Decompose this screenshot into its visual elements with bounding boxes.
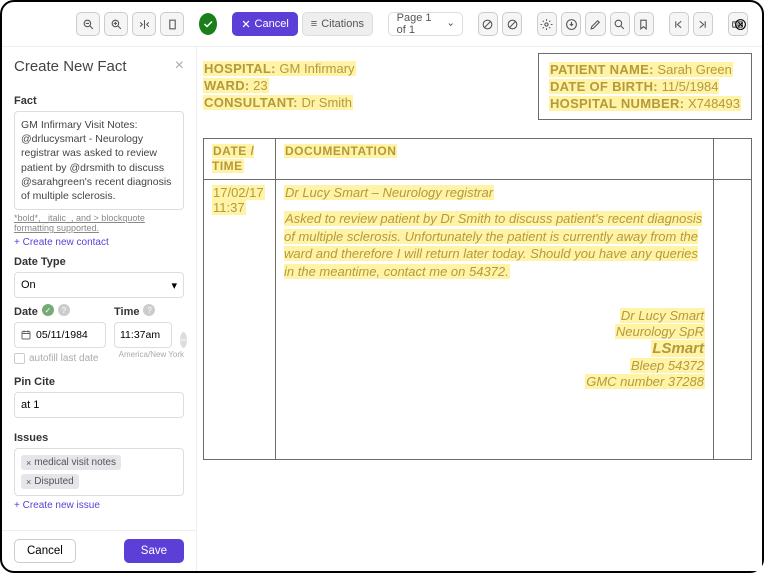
time-input[interactable]: 11:37am: [114, 322, 172, 348]
fact-helper: *bold*, _italic_, and > blockquote forma…: [14, 213, 184, 233]
last-page-icon[interactable]: [693, 12, 713, 36]
time-help-badge[interactable]: ?: [143, 304, 155, 316]
block-icon-2[interactable]: [502, 12, 522, 36]
time-value: 11:37am: [120, 329, 160, 341]
autofill-label: autofill last date: [29, 353, 99, 364]
date-label: Date: [14, 306, 38, 318]
date-type-value: On: [21, 279, 36, 291]
edit-icon[interactable]: [585, 12, 605, 36]
sidebar-title: Create New Fact: [14, 58, 127, 75]
zoom-out-icon[interactable]: [76, 12, 100, 36]
tag-remove-icon[interactable]: ×: [26, 477, 31, 487]
pin-cite-label: Pin Cite: [14, 376, 184, 388]
fit-width-icon[interactable]: [132, 12, 156, 36]
pin-cite-input[interactable]: [14, 392, 184, 418]
sig-line2: Neurology SpR: [615, 324, 705, 339]
fact-label: Fact: [14, 95, 184, 107]
date-type-select[interactable]: On ▾: [14, 272, 184, 298]
close-icon[interactable]: [730, 14, 750, 34]
create-contact-link[interactable]: + Create new contact: [14, 237, 184, 248]
sig-line1: Dr Lucy Smart: [620, 308, 705, 323]
cancel-label: Cancel: [255, 18, 289, 30]
zoom-in-icon[interactable]: [104, 12, 128, 36]
fit-page-icon[interactable]: [160, 12, 184, 36]
patient-box: PATIENT NAME: Sarah Green DATE OF BIRTH:…: [538, 53, 752, 120]
chevron-down-icon: ▾: [171, 279, 177, 292]
sig-name: LSmart: [651, 340, 705, 357]
save-button[interactable]: Save: [124, 539, 184, 563]
dob-value: 11/5/1984: [662, 79, 719, 94]
citations-label: Citations: [321, 18, 364, 30]
page-selector[interactable]: Page 1 of 1: [388, 12, 463, 36]
bookmark-icon[interactable]: [634, 12, 654, 36]
documentation-table: DATE / TIME DOCUMENTATION 17/02/17 11:37…: [203, 138, 752, 460]
citations-button[interactable]: ≡Citations: [302, 12, 373, 36]
hosp-num-value: X748493: [688, 96, 740, 111]
hosp-num-key: HOSPITAL NUMBER:: [550, 96, 684, 111]
block-icon[interactable]: [478, 12, 498, 36]
ward-key: WARD:: [204, 78, 250, 93]
download-icon[interactable]: [561, 12, 581, 36]
sidebar-close-icon[interactable]: ×: [175, 57, 184, 75]
cancel-button[interactable]: Cancel: [14, 539, 76, 563]
issue-tag[interactable]: ×Disputed: [21, 474, 79, 489]
create-issue-link[interactable]: + Create new issue: [14, 500, 184, 511]
tag-remove-icon[interactable]: ×: [26, 458, 31, 468]
entry-heading: Dr Lucy Smart – Neurology registrar: [284, 185, 494, 200]
entry-body: Asked to review patient by Dr Smith to d…: [284, 211, 702, 279]
issue-tag[interactable]: ×medical visit notes: [21, 455, 121, 470]
col-documentation: DOCUMENTATION: [284, 144, 397, 158]
autofill-checkbox[interactable]: [14, 353, 25, 364]
confirm-icon[interactable]: [199, 13, 217, 35]
date-value: 05/11/1984: [36, 329, 88, 341]
gear-icon[interactable]: [537, 12, 557, 36]
time-label: Time: [114, 306, 139, 318]
tag-label: Disputed: [34, 476, 73, 487]
sidebar: Create New Fact × Fact GM Infirmary Visi…: [2, 47, 197, 571]
first-page-icon[interactable]: [669, 12, 689, 36]
sig-line4: Bleep 54372: [630, 358, 705, 373]
entry-date: 17/02/17: [212, 185, 265, 200]
date-type-label: Date Type: [14, 256, 184, 268]
sig-line5: GMC number 37288: [585, 374, 705, 389]
patient-name-key: PATIENT NAME:: [550, 62, 654, 77]
consultant-value: Dr Smith: [301, 95, 352, 110]
calendar-icon: [20, 329, 32, 341]
dob-key: DATE OF BIRTH:: [550, 79, 658, 94]
consultant-key: CONSULTANT:: [204, 95, 298, 110]
tag-label: medical visit notes: [34, 457, 116, 468]
date-help-badge[interactable]: ?: [58, 304, 70, 316]
issues-tagbox[interactable]: ×medical visit notes ×Disputed: [14, 448, 184, 496]
cancel-button[interactable]: Cancel: [232, 12, 298, 36]
col-datetime: DATE / TIME: [212, 144, 254, 173]
date-input[interactable]: 05/11/1984: [14, 322, 106, 348]
patient-name-value: Sarah Green: [657, 62, 731, 77]
entry-time: 11:37: [212, 200, 246, 215]
hospital-value: GM Infirmary: [279, 61, 354, 76]
fact-textarea[interactable]: GM Infirmary Visit Notes: @drlucysmart -…: [14, 111, 184, 210]
page-label: Page 1 of 1: [397, 12, 443, 36]
remove-time-icon[interactable]: −: [180, 332, 187, 348]
date-ok-badge: ✓: [42, 304, 54, 316]
search-icon[interactable]: [610, 12, 630, 36]
issues-label: Issues: [14, 432, 184, 444]
toolbar: Cancel ≡Citations Page 1 of 1: [2, 2, 762, 47]
ward-value: 23: [253, 78, 267, 93]
document-viewer[interactable]: HOSPITAL: GM Infirmary WARD: 23 CONSULTA…: [197, 47, 762, 571]
hospital-key: HOSPITAL:: [204, 61, 276, 76]
